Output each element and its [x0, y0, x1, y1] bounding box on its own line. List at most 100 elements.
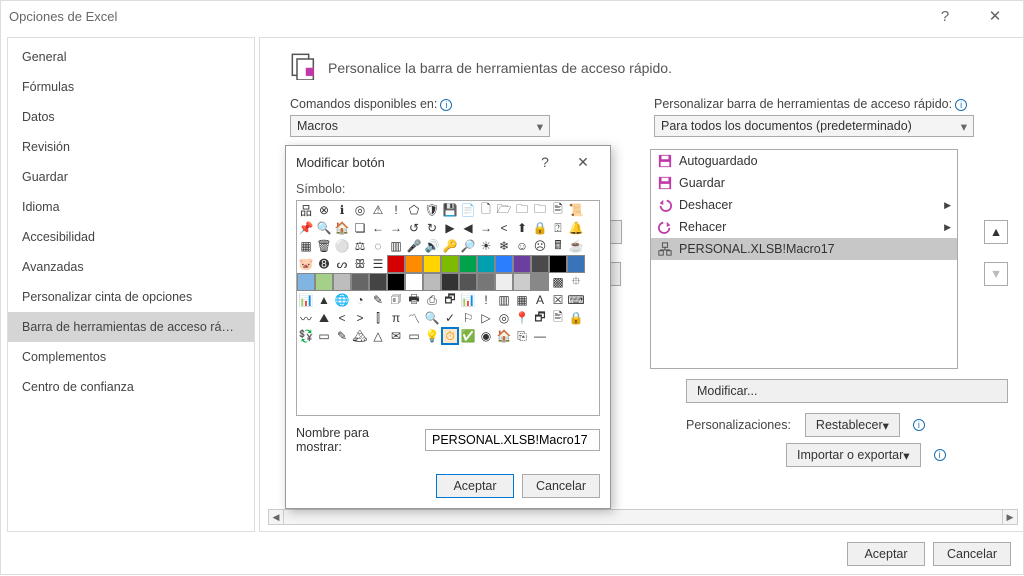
- sidebar-item-formulas[interactable]: Fórmulas: [8, 72, 254, 102]
- sidebar-item-save[interactable]: Guardar: [8, 162, 254, 192]
- symbol-cell[interactable]: [477, 273, 495, 291]
- symbol-cell[interactable]: ☕: [567, 237, 585, 255]
- symbol-cell[interactable]: ᔕ: [333, 255, 351, 273]
- symbol-cell[interactable]: ✎: [333, 327, 351, 345]
- symbol-cell[interactable]: 🐷: [297, 255, 315, 273]
- sidebar-item-proofing[interactable]: Revisión: [8, 132, 254, 162]
- symbol-cell[interactable]: ↻: [423, 219, 441, 237]
- symbol-cell[interactable]: ▦: [297, 237, 315, 255]
- symbol-cell[interactable]: 🏠: [333, 219, 351, 237]
- symbol-cell[interactable]: ←: [369, 219, 387, 237]
- symbol-cell[interactable]: 🏔: [351, 327, 369, 345]
- cancel-button[interactable]: Cancelar: [933, 542, 1011, 566]
- symbol-cell[interactable]: [423, 273, 441, 291]
- symbol-cell[interactable]: ✉: [387, 327, 405, 345]
- symbol-cell[interactable]: [387, 255, 405, 273]
- symbol-cell[interactable]: 💡: [423, 327, 441, 345]
- move-down-button[interactable]: ▼: [984, 262, 1008, 286]
- symbol-cell[interactable]: ⛰: [315, 309, 333, 327]
- symbol-cell[interactable]: 🔔: [567, 219, 585, 237]
- move-up-button[interactable]: ▲: [984, 220, 1008, 244]
- symbol-cell[interactable]: <: [495, 219, 513, 237]
- symbol-cell[interactable]: ▥: [495, 291, 513, 309]
- info-icon[interactable]: i: [913, 419, 925, 431]
- modal-close-button[interactable]: ✕: [566, 148, 600, 176]
- symbol-cell[interactable]: →: [387, 219, 405, 237]
- symbol-cell[interactable]: ⚠: [369, 201, 387, 219]
- scroll-track[interactable]: [284, 509, 1002, 525]
- modal-cancel-button[interactable]: Cancelar: [522, 474, 600, 498]
- symbol-cell[interactable]: ➑: [315, 255, 333, 273]
- symbol-cell[interactable]: [495, 273, 513, 291]
- symbol-cell[interactable]: 🖩: [549, 237, 567, 255]
- symbol-cell[interactable]: [423, 255, 441, 273]
- symbol-cell[interactable]: ⬆: [513, 219, 531, 237]
- symbol-cell[interactable]: 🎤: [405, 237, 423, 255]
- customize-dropdown[interactable]: Para todos los documentos (predeterminad…: [654, 115, 974, 137]
- symbol-cell[interactable]: ▩: [549, 273, 567, 291]
- symbol-cell[interactable]: ⫿: [369, 309, 387, 327]
- symbol-cell[interactable]: [333, 273, 351, 291]
- symbol-cell[interactable]: 🛡: [423, 201, 441, 219]
- symbol-cell[interactable]: [459, 273, 477, 291]
- scroll-left-button[interactable]: ◀: [268, 509, 284, 525]
- symbol-cell[interactable]: 📄: [459, 201, 477, 219]
- symbol-cell[interactable]: ꕥ: [351, 255, 369, 273]
- symbol-cell[interactable]: <: [333, 309, 351, 327]
- symbol-cell[interactable]: ⚖: [351, 237, 369, 255]
- symbol-cell[interactable]: [459, 255, 477, 273]
- symbol-cell[interactable]: 🔊: [423, 237, 441, 255]
- symbol-cell[interactable]: →: [477, 219, 495, 237]
- modify-button[interactable]: Modificar...: [686, 379, 1008, 403]
- symbol-cell[interactable]: ⎙: [423, 291, 441, 309]
- symbol-cell[interactable]: 🔍: [315, 219, 333, 237]
- symbol-cell[interactable]: 💱: [297, 327, 315, 345]
- symbol-cell[interactable]: 品: [297, 201, 315, 219]
- symbol-cell[interactable]: 🗀: [513, 201, 531, 219]
- symbol-cell[interactable]: ⊗: [315, 201, 333, 219]
- info-icon[interactable]: i: [934, 449, 946, 461]
- symbol-cell[interactable]: ✎: [369, 291, 387, 309]
- symbol-cell[interactable]: 🌐: [333, 291, 351, 309]
- symbol-cell[interactable]: [531, 273, 549, 291]
- symbol-cell[interactable]: [297, 273, 315, 291]
- symbol-cell[interactable]: ◎: [351, 201, 369, 219]
- symbol-cell[interactable]: 🗀: [531, 201, 549, 219]
- symbol-cell[interactable]: [351, 273, 369, 291]
- symbol-cell[interactable]: !: [387, 201, 405, 219]
- horizontal-scrollbar[interactable]: ◀ ▶: [268, 509, 1018, 525]
- display-name-input[interactable]: [425, 429, 600, 451]
- symbol-cell[interactable]: [549, 255, 567, 273]
- symbol-cell[interactable]: [369, 273, 387, 291]
- ok-button[interactable]: Aceptar: [847, 542, 925, 566]
- symbol-cell[interactable]: 🔍: [423, 309, 441, 327]
- info-icon[interactable]: i: [440, 99, 452, 111]
- symbol-cell[interactable]: [405, 255, 423, 273]
- symbol-cell[interactable]: 🗁: [495, 201, 513, 219]
- symbol-cell[interactable]: ▶: [441, 219, 459, 237]
- commands-dropdown[interactable]: Macros: [290, 115, 550, 137]
- symbol-cell[interactable]: ◌: [369, 237, 387, 255]
- sidebar-item-customize-ribbon[interactable]: Personalizar cinta de opciones: [8, 282, 254, 312]
- symbol-cell[interactable]: !: [477, 291, 495, 309]
- symbol-cell[interactable]: 📌: [297, 219, 315, 237]
- symbol-cell[interactable]: ☰: [369, 255, 387, 273]
- qat-item-save[interactable]: Guardar: [651, 172, 957, 194]
- symbol-cell[interactable]: 🗊: [387, 291, 405, 309]
- sidebar-item-data[interactable]: Datos: [8, 102, 254, 132]
- info-icon[interactable]: i: [955, 99, 967, 111]
- symbol-cell[interactable]: 📍: [513, 309, 531, 327]
- symbol-cell[interactable]: [513, 255, 531, 273]
- symbol-cell[interactable]: [513, 273, 531, 291]
- symbol-cell[interactable]: ◉: [477, 327, 495, 345]
- symbol-cell[interactable]: ↺: [405, 219, 423, 237]
- symbol-cell[interactable]: ⬠: [405, 201, 423, 219]
- sidebar-item-general[interactable]: General: [8, 42, 254, 72]
- import-export-button[interactable]: Importar o exportar ▾: [786, 443, 921, 467]
- sidebar-item-advanced[interactable]: Avanzadas: [8, 252, 254, 282]
- symbol-cell[interactable]: 🔎: [459, 237, 477, 255]
- modal-help-button[interactable]: ?: [528, 148, 562, 176]
- symbol-cell[interactable]: [477, 255, 495, 273]
- symbol-cell[interactable]: 🖹: [549, 201, 567, 219]
- symbol-cell[interactable]: ⚐: [459, 309, 477, 327]
